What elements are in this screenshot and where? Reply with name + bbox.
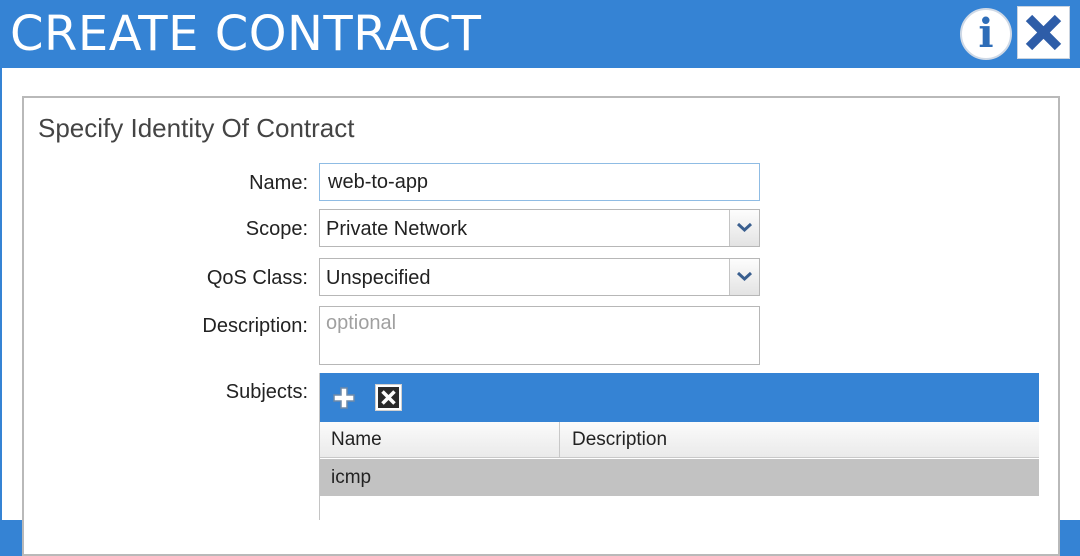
info-button[interactable]: i bbox=[960, 8, 1012, 60]
delete-icon bbox=[378, 387, 399, 408]
scope-label: Scope: bbox=[245, 218, 308, 240]
name-label: Name: bbox=[249, 172, 308, 194]
column-header-name[interactable]: Name bbox=[320, 422, 560, 457]
qos-label: QoS Class: bbox=[206, 267, 308, 289]
dialog-title: CREATE CONTRACT bbox=[10, 6, 482, 62]
description-placeholder: optional bbox=[326, 312, 397, 334]
scope-dropdown-button[interactable] bbox=[729, 210, 759, 246]
description-field[interactable]: optional bbox=[319, 306, 760, 365]
column-header-description[interactable]: Description bbox=[560, 422, 667, 457]
table-row[interactable]: icmp bbox=[320, 459, 1039, 496]
subjects-header: Name Description bbox=[320, 422, 1039, 458]
qos-dropdown-button[interactable] bbox=[729, 259, 759, 295]
subjects-toolbar bbox=[320, 373, 1039, 422]
chevron-down-icon bbox=[736, 271, 753, 282]
row-name-cell: icmp bbox=[331, 467, 372, 488]
subjects-table: Name Description icmp bbox=[319, 373, 1039, 520]
name-input[interactable]: web-to-app bbox=[319, 163, 760, 201]
close-button[interactable] bbox=[1017, 6, 1070, 59]
section-title: Specify Identity Of Contract bbox=[38, 113, 355, 143]
info-icon: i bbox=[978, 10, 994, 57]
scope-select[interactable]: Private Network bbox=[319, 209, 760, 247]
add-icon[interactable] bbox=[332, 386, 356, 410]
qos-select[interactable]: Unspecified bbox=[319, 258, 760, 296]
chevron-down-icon bbox=[736, 222, 753, 233]
description-label: Description: bbox=[202, 315, 308, 337]
delete-button[interactable] bbox=[375, 384, 402, 411]
close-icon bbox=[1025, 14, 1062, 51]
subjects-label: Subjects: bbox=[225, 381, 308, 403]
scope-value: Private Network bbox=[326, 218, 468, 240]
dialog-title-bar: CREATE CONTRACT i bbox=[0, 0, 1080, 68]
qos-value: Unspecified bbox=[326, 267, 431, 289]
